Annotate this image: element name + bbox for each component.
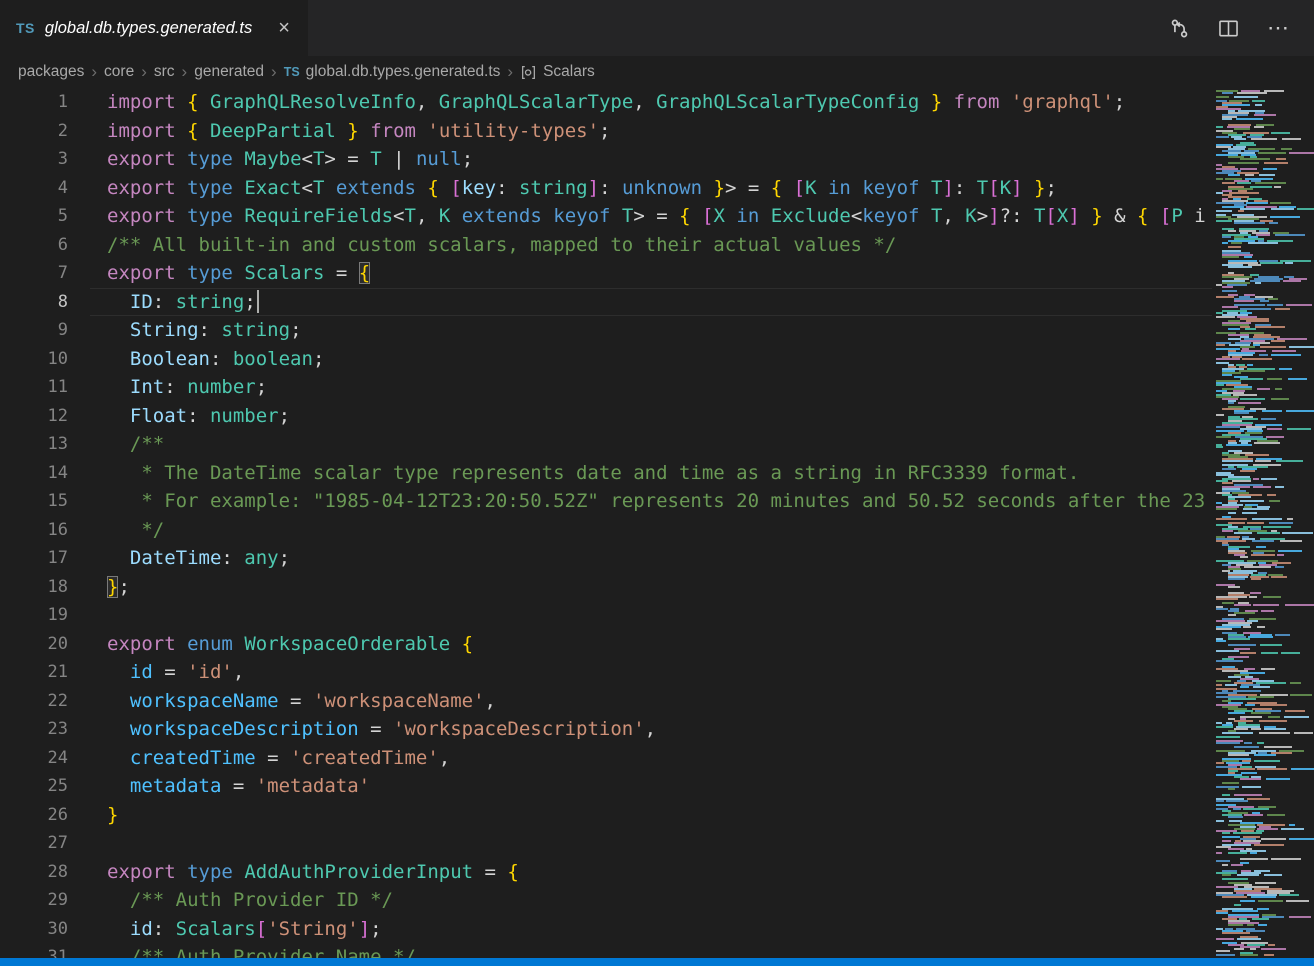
code-line[interactable]: 31 /** Auth Provider Name */ (0, 943, 1212, 958)
line-number: 28 (0, 858, 68, 887)
code-line[interactable]: 25 metadata = 'metadata' (0, 772, 1212, 801)
code-line[interactable]: 13 /** (0, 430, 1212, 459)
code-line[interactable]: 22 workspaceName = 'workspaceName', (0, 687, 1212, 716)
line-number: 10 (0, 345, 68, 374)
code-line[interactable]: 5export type RequireFields<T, K extends … (0, 202, 1212, 231)
code-line[interactable]: 10 Boolean: boolean; (0, 345, 1212, 374)
code-line[interactable]: 21 id = 'id', (0, 658, 1212, 687)
tab-title: global.db.types.generated.ts (45, 19, 252, 38)
line-number: 13 (0, 430, 68, 459)
line-number: 1 (0, 88, 68, 117)
status-bar (0, 958, 1314, 966)
code-line[interactable]: 11 Int: number; (0, 373, 1212, 402)
line-number: 29 (0, 886, 68, 915)
line-number: 19 (0, 601, 68, 630)
code-lines: 1import { GraphQLResolveInfo, GraphQLSca… (0, 88, 1212, 958)
more-actions-icon[interactable]: ⋯ (1267, 15, 1290, 41)
line-number: 12 (0, 402, 68, 431)
line-number: 21 (0, 658, 68, 687)
code-line[interactable]: 8 ID: string; (0, 288, 1212, 317)
split-editor-icon[interactable] (1218, 18, 1239, 39)
code-line[interactable]: 7export type Scalars = { (0, 259, 1212, 288)
text-cursor (257, 290, 259, 313)
breadcrumb-separator-icon: › (141, 62, 147, 82)
tab-close-icon[interactable]: × (278, 18, 290, 38)
breadcrumb-item-src[interactable]: src (154, 63, 175, 81)
code-line[interactable]: 23 workspaceDescription = 'workspaceDesc… (0, 715, 1212, 744)
line-number: 9 (0, 316, 68, 345)
editor-actions: ⋯ (1169, 0, 1314, 56)
line-number: 22 (0, 687, 68, 716)
line-number: 23 (0, 715, 68, 744)
symbol-type-icon (520, 64, 537, 81)
line-number: 30 (0, 915, 68, 944)
breadcrumb-separator-icon: › (182, 62, 188, 82)
code-line[interactable]: 24 createdTime = 'createdTime', (0, 744, 1212, 773)
line-number: 6 (0, 231, 68, 260)
code-editor: 1import { GraphQLResolveInfo, GraphQLSca… (0, 88, 1314, 958)
code-line[interactable]: 27 (0, 829, 1212, 858)
line-number: 27 (0, 829, 68, 858)
typescript-file-icon: TS (284, 65, 300, 79)
breadcrumb-item-file[interactable]: TSglobal.db.types.generated.ts (284, 63, 501, 81)
breadcrumb-separator-icon: › (271, 62, 277, 82)
line-number: 24 (0, 744, 68, 773)
line-number: 3 (0, 145, 68, 174)
breadcrumb-item-symbol[interactable]: Scalars (520, 63, 595, 81)
code-line[interactable]: 28export type AddAuthProviderInput = { (0, 858, 1212, 887)
code-line[interactable]: 19 (0, 601, 1212, 630)
breadcrumb-item-core[interactable]: core (104, 63, 134, 81)
code-line[interactable]: 6/** All built-in and custom scalars, ma… (0, 231, 1212, 260)
minimap[interactable] (1212, 88, 1314, 958)
tab-global-db-types-generated[interactable]: TS global.db.types.generated.ts × (0, 0, 309, 56)
code-line[interactable]: 14 * The DateTime scalar type represents… (0, 459, 1212, 488)
code-line[interactable]: 12 Float: number; (0, 402, 1212, 431)
line-number: 26 (0, 801, 68, 830)
code-line[interactable]: 29 /** Auth Provider ID */ (0, 886, 1212, 915)
code-line[interactable]: 17 DateTime: any; (0, 544, 1212, 573)
line-number: 2 (0, 117, 68, 146)
breadcrumb-separator-icon: › (91, 62, 97, 82)
code-line[interactable]: 9 String: string; (0, 316, 1212, 345)
line-number: 14 (0, 459, 68, 488)
code-line[interactable]: 15 * For example: "1985-04-12T23:20:50.5… (0, 487, 1212, 516)
tab-bar: TS global.db.types.generated.ts × (0, 0, 1314, 56)
code-line[interactable]: 18}; (0, 573, 1212, 602)
line-number: 4 (0, 174, 68, 203)
code-line[interactable]: 20export enum WorkspaceOrderable { (0, 630, 1212, 659)
code-line[interactable]: 26} (0, 801, 1212, 830)
code-line[interactable]: 30 id: Scalars['String']; (0, 915, 1212, 944)
line-number: 15 (0, 487, 68, 516)
line-number: 7 (0, 259, 68, 288)
breadcrumb-separator-icon: › (507, 62, 513, 82)
code-line[interactable]: 2import { DeepPartial } from 'utility-ty… (0, 117, 1212, 146)
line-number: 20 (0, 630, 68, 659)
vscode-window: TS global.db.types.generated.ts × (0, 0, 1314, 966)
line-number: 16 (0, 516, 68, 545)
code-line[interactable]: 16 */ (0, 516, 1212, 545)
breadcrumb: packages › core › src › generated › TSglobal.db.… (0, 56, 1314, 88)
line-number: 17 (0, 544, 68, 573)
breadcrumb-item-generated[interactable]: generated (194, 63, 264, 81)
code-line[interactable]: 3export type Maybe<T> = T | null; (0, 145, 1212, 174)
code-line[interactable]: 1import { GraphQLResolveInfo, GraphQLSca… (0, 88, 1212, 117)
typescript-file-icon: TS (16, 20, 35, 36)
line-number: 18 (0, 573, 68, 602)
line-number: 11 (0, 373, 68, 402)
breadcrumb-item-packages[interactable]: packages (18, 63, 84, 81)
line-number: 8 (0, 288, 68, 317)
line-number: 31 (0, 943, 68, 958)
line-number: 5 (0, 202, 68, 231)
line-number: 25 (0, 772, 68, 801)
code-line[interactable]: 4export type Exact<T extends { [key: str… (0, 174, 1212, 203)
open-changes-icon[interactable] (1169, 18, 1190, 39)
